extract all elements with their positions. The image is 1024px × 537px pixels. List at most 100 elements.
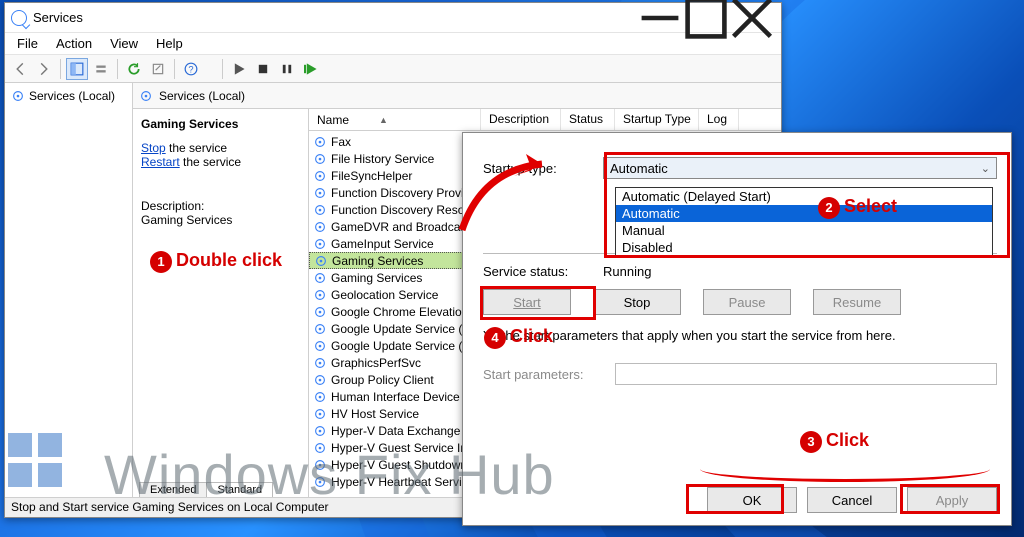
- menu-help[interactable]: Help: [148, 34, 191, 53]
- gear-icon: [313, 220, 327, 234]
- service-name: Group Policy Client: [331, 373, 434, 387]
- gear-icon: [313, 135, 327, 149]
- col-name[interactable]: Name: [317, 113, 349, 127]
- gear-icon: [313, 169, 327, 183]
- sort-asc-icon: ▲: [379, 115, 388, 125]
- minimize-button[interactable]: [637, 3, 683, 33]
- export-button[interactable]: [147, 58, 169, 80]
- service-name: GraphicsPerfSvc: [331, 356, 421, 370]
- nav-services-local[interactable]: Services (Local): [9, 87, 128, 105]
- service-name: Fax: [331, 135, 351, 149]
- gear-icon: [313, 305, 327, 319]
- service-name: FileSyncHelper: [331, 169, 412, 183]
- gear-icon: [313, 271, 327, 285]
- tab-standard[interactable]: Standard: [207, 482, 273, 497]
- hint-text: Yy the start parameters that apply when …: [483, 327, 997, 345]
- desc-value: Gaming Services: [141, 213, 300, 227]
- detail-pane: Gaming Services Stop the service Restart…: [133, 109, 309, 497]
- detail-toggle-button[interactable]: [66, 58, 88, 80]
- window-title: Services: [33, 10, 83, 25]
- pause-button[interactable]: Pause: [703, 289, 791, 315]
- dropdown-option[interactable]: Manual: [616, 222, 992, 239]
- col-log[interactable]: Log: [699, 109, 739, 130]
- svg-text:?: ?: [188, 64, 193, 74]
- menu-action[interactable]: Action: [48, 34, 100, 53]
- column-headers[interactable]: Name ▲ Description Status Startup Type Lo…: [309, 109, 781, 131]
- gear-icon: [313, 407, 327, 421]
- dropdown-option[interactable]: Disabled: [616, 239, 992, 256]
- gear-icon: [313, 390, 327, 404]
- gear-icon: [313, 322, 327, 336]
- nav-label: Services (Local): [29, 89, 115, 103]
- tab-extended[interactable]: Extended: [139, 482, 207, 497]
- restart-link[interactable]: Restart: [141, 155, 180, 169]
- service-name: Gaming Services: [331, 271, 422, 285]
- gear-icon: [313, 475, 327, 489]
- gear-icon: [313, 237, 327, 251]
- gear-icon: [314, 254, 328, 268]
- close-button[interactable]: [729, 3, 775, 33]
- gear-icon: [11, 89, 25, 103]
- service-name: HV Host Service: [331, 407, 419, 421]
- restart-service-button[interactable]: [300, 58, 322, 80]
- col-description[interactable]: Description: [481, 109, 561, 130]
- main-header-label: Services (Local): [159, 89, 245, 103]
- gear-icon: [313, 373, 327, 387]
- toolbar: ?: [5, 55, 781, 83]
- service-status-label: Service status:: [483, 264, 603, 279]
- service-properties-dialog: Startup type: Automatic ⌄ Automatic (Del…: [462, 132, 1012, 526]
- ok-button[interactable]: OK: [707, 487, 797, 513]
- resume-button[interactable]: Resume: [813, 289, 901, 315]
- startup-type-label: Startup type:: [483, 161, 603, 176]
- startup-type-value: Automatic: [610, 161, 668, 176]
- detail-title: Gaming Services: [141, 117, 300, 131]
- gear-icon: [139, 89, 153, 103]
- gear-icon: [313, 203, 327, 217]
- dropdown-option[interactable]: Automatic (Delayed Start): [616, 188, 992, 205]
- gear-icon: [313, 152, 327, 166]
- desc-label: Description:: [141, 199, 300, 213]
- col-startup-type[interactable]: Startup Type: [615, 109, 699, 130]
- stop-service-button[interactable]: [252, 58, 274, 80]
- gear-icon: [313, 186, 327, 200]
- start-service-button[interactable]: [228, 58, 250, 80]
- col-status[interactable]: Status: [561, 109, 615, 130]
- start-params-input[interactable]: [615, 363, 997, 385]
- gear-icon: [313, 356, 327, 370]
- gear-icon: [313, 339, 327, 353]
- service-name: Hyper-V Heartbeat Service: [331, 475, 474, 489]
- properties-button[interactable]: [90, 58, 112, 80]
- apply-button[interactable]: Apply: [907, 487, 997, 513]
- refresh-button[interactable]: [123, 58, 145, 80]
- startup-type-combo[interactable]: Automatic ⌄: [603, 157, 997, 179]
- forward-button[interactable]: [33, 58, 55, 80]
- titlebar[interactable]: Services: [5, 3, 781, 33]
- cancel-button[interactable]: Cancel: [807, 487, 897, 513]
- menu-view[interactable]: View: [102, 34, 146, 53]
- service-name: Gaming Services: [332, 254, 423, 268]
- service-status-value: Running: [603, 264, 651, 279]
- services-icon: [11, 10, 27, 26]
- gear-icon: [313, 441, 327, 455]
- watermark-icon: [8, 433, 68, 493]
- gear-icon: [313, 288, 327, 302]
- gear-icon: [313, 424, 327, 438]
- dropdown-option[interactable]: Automatic: [616, 205, 992, 222]
- startup-type-dropdown[interactable]: Automatic (Delayed Start)AutomaticManual…: [615, 187, 993, 257]
- stop-link[interactable]: Stop: [141, 141, 166, 155]
- chevron-down-icon: ⌄: [981, 162, 990, 175]
- maximize-button[interactable]: [683, 3, 729, 33]
- stop-button[interactable]: Stop: [593, 289, 681, 315]
- pause-service-button[interactable]: [276, 58, 298, 80]
- start-params-label: Start parameters:: [483, 367, 603, 382]
- start-button[interactable]: Start: [483, 289, 571, 315]
- help-button[interactable]: ?: [180, 58, 202, 80]
- back-button[interactable]: [9, 58, 31, 80]
- service-name: GameInput Service: [331, 237, 434, 251]
- gear-icon: [313, 458, 327, 472]
- service-name: Geolocation Service: [331, 288, 438, 302]
- menu-file[interactable]: File: [9, 34, 46, 53]
- service-name: Human Interface Device S...: [331, 390, 481, 404]
- service-name: File History Service: [331, 152, 434, 166]
- main-header: Services (Local): [133, 83, 781, 109]
